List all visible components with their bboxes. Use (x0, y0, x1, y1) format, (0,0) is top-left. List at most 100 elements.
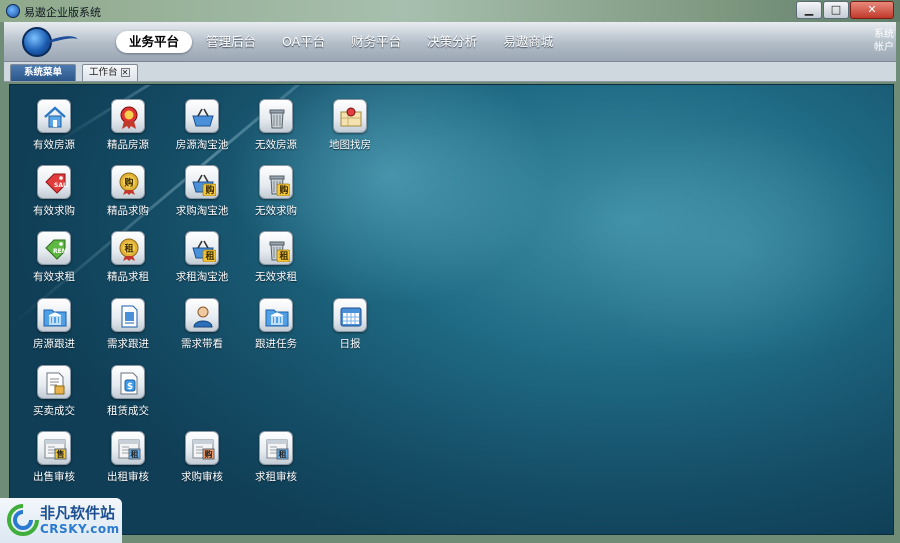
nav-item-admin[interactable]: 管理后台 (194, 31, 268, 53)
shortcut-label: 求租淘宝池 (175, 271, 229, 283)
rent-basket-icon: 租 (185, 231, 219, 265)
person-icon (185, 298, 219, 332)
sale-tag-icon: SALE (37, 165, 71, 199)
shortcut-map-pin[interactable]: 地图找房 (313, 99, 387, 152)
shortcut-label: 出租审核 (107, 471, 149, 483)
window-controls: ▁ □ ✕ (795, 1, 894, 19)
shortcut-label: 精品求租 (107, 271, 149, 283)
rent-medal-icon: 租 (111, 231, 145, 265)
svg-text:租: 租 (124, 243, 133, 255)
svg-text:购: 购 (205, 184, 214, 196)
shortcut-rent-trash[interactable]: 租无效求租 (239, 231, 313, 284)
rent-tag-icon: RENT (37, 231, 71, 265)
shortcut-label: 无效求购 (255, 205, 297, 217)
maximize-button[interactable]: □ (823, 1, 849, 19)
shortcut-label: 有效求购 (33, 205, 75, 217)
shortcut-label: 需求跟进 (107, 338, 149, 350)
shortcut-lease-document[interactable]: $ 租赁成交 (91, 365, 165, 418)
shortcut-task-folder[interactable]: 跟进任务 (239, 298, 313, 351)
nav-item-oa[interactable]: OA平台 (270, 31, 337, 53)
shortcut-house[interactable]: 有效房源 (17, 99, 91, 152)
watermark-logo-icon (7, 504, 39, 536)
shortcut-rent-review[interactable]: 租出租审核 (91, 431, 165, 484)
nav-right-links: 系统 帐户 (874, 28, 894, 54)
shortcut-sale-tag[interactable]: SALE 有效求购 (17, 165, 91, 218)
shortcut-trash[interactable]: 无效房源 (239, 99, 313, 152)
svg-text:购: 购 (205, 449, 213, 459)
bank-folder-icon (37, 298, 71, 332)
shortcut-label: 房源淘宝池 (175, 139, 229, 151)
shortcut-rent-basket[interactable]: 租求租淘宝池 (165, 231, 239, 284)
shortcut-label: 需求带看 (181, 338, 223, 350)
top-navbar: 业务平台 管理后台 OA平台 财务平台 决策分析 易遨商城 系统 帐户 (4, 22, 896, 62)
shortcut-buy-trash[interactable]: 购无效求购 (239, 165, 313, 218)
shortcut-label: 日报 (339, 338, 361, 350)
sale-review-icon: 售 (37, 431, 71, 465)
svg-text:购: 购 (124, 177, 133, 189)
shortcut-person[interactable]: 需求带看 (165, 298, 239, 351)
shortcut-label: 精品房源 (107, 139, 149, 151)
tab-workbench[interactable]: 工作台 ✕ (82, 64, 138, 81)
shortcut-buy-medal[interactable]: 购精品求购 (91, 165, 165, 218)
system-link[interactable]: 系统 (874, 28, 894, 41)
shortcut-label: 有效房源 (33, 139, 75, 151)
svg-text:租: 租 (205, 250, 214, 262)
shortcut-label: 出售审核 (33, 471, 75, 483)
brand-logo-icon (22, 25, 80, 59)
shortcut-sale-review[interactable]: 售出售审核 (17, 431, 91, 484)
nav-item-finance[interactable]: 财务平台 (339, 31, 413, 53)
deal-document-icon (37, 365, 71, 399)
buy-basket-icon: 购 (185, 165, 219, 199)
svg-text:租: 租 (279, 250, 288, 262)
shortcut-label: 房源跟进 (33, 338, 75, 350)
trash-icon (259, 99, 293, 133)
rent-trash-icon: 租 (259, 231, 293, 265)
watermark-title: 非凡软件站 (40, 504, 116, 522)
account-link[interactable]: 帐户 (874, 41, 894, 54)
window-title: 易遨企业版系统 (24, 6, 101, 19)
shortcut-label: 求租审核 (255, 471, 297, 483)
watermark-subtitle: CRSKY.com (40, 522, 120, 536)
close-icon[interactable]: ✕ (120, 68, 130, 77)
close-button[interactable]: ✕ (850, 1, 894, 19)
shortcut-calendar[interactable]: 日报 (313, 298, 387, 351)
shortcut-rent-medal[interactable]: 租精品求租 (91, 231, 165, 284)
svg-text:售: 售 (56, 449, 65, 459)
nav-item-decision[interactable]: 决策分析 (415, 31, 489, 53)
shortcut-label: 无效房源 (255, 139, 297, 151)
shortcut-buy-basket[interactable]: 购求购淘宝池 (165, 165, 239, 218)
shortcut-bank-folder[interactable]: 房源跟进 (17, 298, 91, 351)
svg-text:购: 购 (279, 184, 288, 196)
task-folder-icon (259, 298, 293, 332)
svg-text:RENT: RENT (53, 248, 68, 255)
minimize-button[interactable]: ▁ (796, 1, 822, 19)
shortcut-deal-document[interactable]: 买卖成交 (17, 365, 91, 418)
tab-system-menu[interactable]: 系统菜单 (10, 64, 76, 81)
shortcut-label: 求购淘宝池 (175, 205, 229, 217)
svg-text:租: 租 (279, 449, 287, 459)
nav-item-business[interactable]: 业务平台 (116, 31, 193, 53)
shortcut-label: 买卖成交 (33, 405, 75, 417)
house-icon (37, 99, 71, 133)
buy-review-icon: 购 (185, 431, 219, 465)
map-pin-icon (333, 99, 367, 133)
shortcut-document[interactable]: 需求跟进 (91, 298, 165, 351)
shortcut-basket[interactable]: 房源淘宝池 (165, 99, 239, 152)
tab-bar: 系统菜单 工作台 ✕ (4, 62, 896, 82)
window-titlebar[interactable]: 易遨企业版系统 ▁ □ ✕ (0, 0, 900, 22)
lease-document-icon: $ (111, 365, 145, 399)
shortcut-label: 跟进任务 (255, 338, 297, 350)
shortcut-label: 租赁成交 (107, 405, 149, 417)
shortcut-premium-badge[interactable]: 精品房源 (91, 99, 165, 152)
shortcut-rent-tag[interactable]: RENT 有效求租 (17, 231, 91, 284)
shortcut-label: 精品求购 (107, 205, 149, 217)
shortcut-lease-review[interactable]: 租求租审核 (239, 431, 313, 484)
nav-item-mall[interactable]: 易遨商城 (491, 31, 565, 53)
app-logo-icon (6, 4, 20, 18)
document-icon (111, 298, 145, 332)
shortcut-label: 无效求租 (255, 271, 297, 283)
shortcut-buy-review[interactable]: 购求购审核 (165, 431, 239, 484)
shortcut-label: 求购审核 (181, 471, 223, 483)
nav-menu: 业务平台 管理后台 OA平台 财务平台 决策分析 易遨商城 (116, 31, 567, 53)
basket-icon (185, 99, 219, 133)
